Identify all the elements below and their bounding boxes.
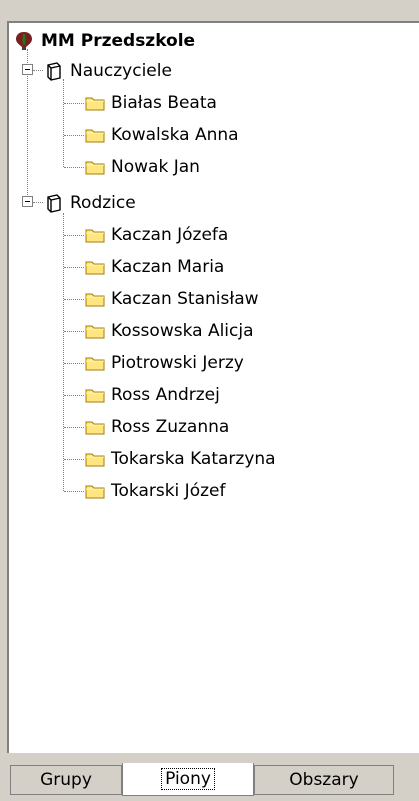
tree-item[interactable]: Kossowska Alicja — [85, 316, 254, 346]
tab-strip: Grupy Piony Obszary — [0, 763, 419, 801]
tree-item[interactable]: Kaczan Józefa — [85, 220, 228, 250]
folder-icon — [85, 159, 105, 175]
tree-connector — [33, 202, 43, 203]
tree-connector — [64, 267, 84, 268]
folder-icon — [85, 483, 105, 499]
folder-icon — [85, 419, 105, 435]
tab-label: Piony — [161, 768, 215, 790]
tab-label: Grupy — [40, 770, 92, 790]
tree-view[interactable]: MM Przedszkole Nauczyciele Białas Beata … — [7, 21, 419, 753]
item-label: Piotrowski Jerzy — [111, 353, 244, 373]
tree-item[interactable]: Ross Zuzanna — [85, 412, 229, 442]
tree-connector — [64, 135, 84, 136]
group-label: Rodzice — [70, 193, 136, 213]
item-label: Kaczan Maria — [111, 257, 225, 277]
item-label: Tokarska Katarzyna — [111, 449, 276, 469]
item-label: Białas Beata — [111, 93, 217, 113]
folder-icon — [85, 259, 105, 275]
tree-connector — [64, 299, 84, 300]
item-label: Ross Zuzanna — [111, 417, 230, 437]
root-label: MM Przedszkole — [41, 31, 196, 51]
folder-icon — [85, 95, 105, 111]
tab-obszary[interactable]: Obszary — [254, 765, 394, 795]
collapse-toggle[interactable] — [22, 64, 33, 75]
tree-connector — [64, 331, 84, 332]
tree-connector — [64, 167, 84, 168]
item-label: Kossowska Alicja — [111, 321, 254, 341]
tree-item[interactable]: Ross Andrzej — [85, 380, 220, 410]
folder-icon — [85, 127, 105, 143]
item-label: Kaczan Stanisław — [111, 289, 259, 309]
item-label: Kowalska Anna — [111, 125, 239, 145]
folder-icon — [85, 387, 105, 403]
tree-item[interactable]: Tokarska Katarzyna — [85, 444, 276, 474]
tree-group-nauczyciele[interactable]: Nauczyciele — [44, 56, 172, 86]
tree-item[interactable]: Białas Beata — [85, 88, 217, 118]
item-label: Tokarski Józef — [111, 481, 226, 501]
item-label: Nowak Jan — [111, 157, 200, 177]
book-icon — [44, 193, 64, 213]
tab-grupy[interactable]: Grupy — [10, 765, 122, 795]
folder-icon — [85, 355, 105, 371]
tree-item[interactable]: Kowalska Anna — [85, 120, 239, 150]
tree-root[interactable]: MM Przedszkole — [13, 26, 195, 56]
root-icon — [13, 30, 35, 52]
tree-connector — [64, 491, 84, 492]
book-icon — [44, 61, 64, 81]
tab-piony[interactable]: Piony — [122, 763, 254, 796]
tree-item[interactable]: Nowak Jan — [85, 152, 200, 182]
tree-group-rodzice[interactable]: Rodzice — [44, 188, 136, 218]
tree-connector — [63, 213, 64, 491]
group-label: Nauczyciele — [70, 61, 172, 81]
tree-connector — [64, 395, 84, 396]
tree-item[interactable]: Tokarski Józef — [85, 476, 225, 506]
tree-item[interactable]: Kaczan Stanisław — [85, 284, 259, 314]
tree-connector — [33, 70, 43, 71]
collapse-toggle[interactable] — [22, 196, 33, 207]
tree-item[interactable]: Kaczan Maria — [85, 252, 224, 282]
tab-label: Obszary — [289, 770, 359, 790]
folder-icon — [85, 451, 105, 467]
item-label: Ross Andrzej — [111, 385, 220, 405]
tree-connector — [63, 79, 64, 167]
folder-icon — [85, 227, 105, 243]
item-label: Kaczan Józefa — [111, 225, 229, 245]
tree-connector — [64, 459, 84, 460]
tree-connector — [64, 103, 84, 104]
tree-connector — [64, 427, 84, 428]
tree-item[interactable]: Piotrowski Jerzy — [85, 348, 244, 378]
tree-window: MM Przedszkole Nauczyciele Białas Beata … — [0, 0, 419, 801]
folder-icon — [85, 323, 105, 339]
tree-connector — [64, 235, 84, 236]
tree-connector — [64, 363, 84, 364]
folder-icon — [85, 291, 105, 307]
